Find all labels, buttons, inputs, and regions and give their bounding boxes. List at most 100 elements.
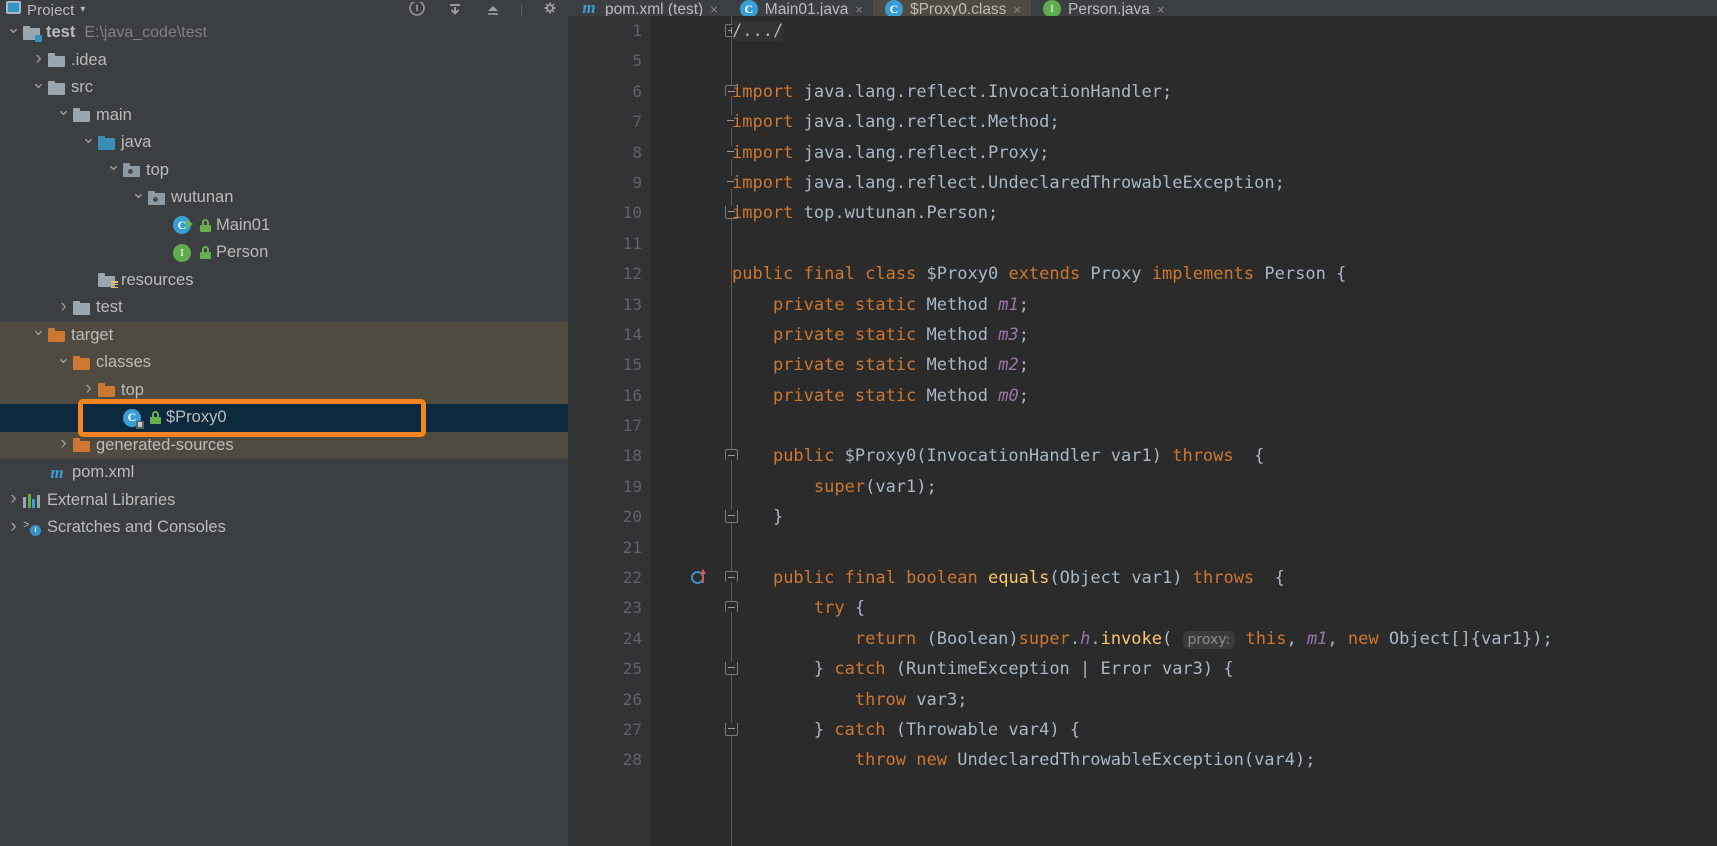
code-line[interactable]: throw var3; — [732, 685, 1717, 715]
code-line[interactable]: } catch (RuntimeException | Error var3) … — [732, 654, 1717, 684]
tree-node-src[interactable]: src — [0, 74, 568, 102]
gutter-marker-row[interactable] — [651, 138, 726, 168]
hide-icon[interactable] — [483, 2, 503, 16]
tree-node-target[interactable]: target — [0, 322, 568, 350]
tree-node-java[interactable]: java — [0, 129, 568, 157]
code-line[interactable]: super(var1); — [732, 472, 1717, 502]
tree-node-idea[interactable]: .idea — [0, 47, 568, 75]
close-icon[interactable]: × — [1157, 2, 1165, 16]
code-line[interactable] — [732, 411, 1717, 441]
gutter-marker-row[interactable] — [651, 107, 726, 137]
tree-toggle-down-icon[interactable] — [54, 353, 73, 373]
tree-node-classes[interactable]: classes — [0, 349, 568, 377]
gutter-marker-row[interactable] — [651, 654, 726, 684]
tree-toggle-down-icon[interactable] — [79, 133, 98, 153]
override-method-icon[interactable] — [691, 570, 706, 585]
tree-node-top[interactable]: top — [0, 157, 568, 185]
tree-node-person[interactable]: IPerson — [0, 239, 568, 267]
collapse-all-icon[interactable] — [445, 2, 465, 16]
code-line[interactable]: return (Boolean)super.h.invoke( proxy: t… — [732, 624, 1717, 654]
code-line[interactable]: } — [732, 502, 1717, 532]
gutter-marker-row[interactable] — [651, 472, 726, 502]
tree-node-test[interactable]: testE:\java_code\test — [0, 19, 568, 47]
tree-node-main01[interactable]: CMain01 — [0, 212, 568, 240]
code-line[interactable]: throw new UndeclaredThrowableException(v… — [732, 745, 1717, 775]
gutter-marker-row[interactable] — [651, 77, 726, 107]
gutter-marker-row[interactable] — [651, 46, 726, 76]
gutter-marker-row[interactable] — [651, 259, 726, 289]
code-line[interactable]: import java.lang.reflect.UndeclaredThrow… — [732, 168, 1717, 198]
gutter-marker-row[interactable] — [651, 381, 726, 411]
gutter-marker-row[interactable] — [651, 168, 726, 198]
help-icon[interactable] — [407, 2, 427, 16]
tree-node-main[interactable]: main — [0, 102, 568, 130]
settings-gear-icon[interactable] — [540, 2, 560, 16]
code-line[interactable] — [732, 229, 1717, 259]
tree-toggle-down-icon[interactable] — [54, 105, 73, 125]
tree-toggle-down-icon[interactable] — [129, 188, 148, 208]
tree-node-wutunan[interactable]: wutunan — [0, 184, 568, 212]
code-line[interactable]: try { — [732, 593, 1717, 623]
editor-tab-bar[interactable]: mpom.xml (test)×CMain01.java×C$Proxy0.cl… — [568, 0, 1717, 16]
editor-tab-pom-xml-test[interactable]: mpom.xml (test)× — [568, 0, 728, 16]
code-line[interactable]: import java.lang.reflect.Method; — [732, 107, 1717, 137]
gutter-marker-row[interactable] — [651, 533, 726, 563]
code-line[interactable] — [732, 533, 1717, 563]
editor-tab-main01-java[interactable]: CMain01.java× — [728, 0, 873, 16]
code-line[interactable]: import java.lang.reflect.InvocationHandl… — [732, 77, 1717, 107]
code-line[interactable]: private static Method m1; — [732, 290, 1717, 320]
gutter-marker-row[interactable] — [651, 441, 726, 471]
chevron-down-icon[interactable]: ▾ — [80, 4, 85, 15]
close-icon[interactable]: × — [1013, 2, 1021, 16]
tree-toggle-down-icon[interactable] — [104, 160, 123, 180]
tree-node-proxy0[interactable]: C$Proxy0 — [0, 404, 568, 432]
gutter-marker-row[interactable] — [651, 411, 726, 441]
project-title-group[interactable]: Project ▾ — [6, 0, 85, 16]
gutter-marker-row[interactable] — [651, 16, 726, 46]
tree-node-generated-sources[interactable]: generated-sources — [0, 432, 568, 460]
tree-toggle-down-icon[interactable] — [29, 78, 48, 98]
tree-node-top[interactable]: top — [0, 377, 568, 405]
tree-toggle-right-icon[interactable] — [54, 297, 73, 319]
code-line[interactable]: import top.wutunan.Person; — [732, 198, 1717, 228]
gutter-marker-row[interactable] — [651, 502, 726, 532]
code-line[interactable]: } catch (Throwable var4) { — [732, 715, 1717, 745]
tree-node-resources[interactable]: resources — [0, 267, 568, 295]
gutter-marker-row[interactable] — [651, 715, 726, 745]
close-icon[interactable]: × — [710, 2, 718, 16]
editor-tab-proxy0-class[interactable]: C$Proxy0.class× — [873, 0, 1031, 16]
code-editor[interactable]: 1567891011121314151617181920212223242526… — [568, 16, 1717, 846]
tree-toggle-right-icon[interactable] — [4, 489, 23, 511]
gutter-marker-row[interactable] — [651, 593, 726, 623]
close-icon[interactable]: × — [855, 2, 863, 16]
code-line[interactable]: /.../ — [732, 16, 1717, 46]
gutter-marker-row[interactable] — [651, 320, 726, 350]
code-text-area[interactable]: /.../ import java.lang.reflect.Invocation… — [726, 16, 1717, 846]
code-line[interactable]: public final class $Proxy0 extends Proxy… — [732, 259, 1717, 289]
tree-toggle-down-icon[interactable] — [29, 325, 48, 345]
tree-toggle-down-icon[interactable] — [4, 23, 23, 43]
code-line[interactable]: public final boolean equals(Object var1)… — [732, 563, 1717, 593]
gutter-marker-row[interactable] — [651, 229, 726, 259]
tree-toggle-right-icon[interactable] — [4, 517, 23, 539]
gutter-marker-row[interactable] — [651, 290, 726, 320]
code-line[interactable]: public $Proxy0(InvocationHandler var1) t… — [732, 441, 1717, 471]
code-line[interactable]: private static Method m2; — [732, 350, 1717, 380]
tree-toggle-right-icon[interactable] — [29, 49, 48, 71]
tree-toggle-right-icon[interactable] — [54, 434, 73, 456]
gutter-marker-row[interactable] — [651, 563, 726, 593]
tree-node-external-libraries[interactable]: External Libraries — [0, 487, 568, 515]
gutter-marker-row[interactable] — [651, 198, 726, 228]
collapsed-comment-fold[interactable]: /.../ — [732, 21, 783, 41]
code-line[interactable]: private static Method m3; — [732, 320, 1717, 350]
gutter-marker-row[interactable] — [651, 685, 726, 715]
gutter-icon-strip[interactable] — [651, 16, 726, 846]
tree-node-scratches-and-consoles[interactable]: >_Scratches and Consoles — [0, 514, 568, 542]
gutter-marker-row[interactable] — [651, 350, 726, 380]
gutter-marker-row[interactable] — [651, 624, 726, 654]
project-tree[interactable]: testE:\java_code\test.ideasrcmainjavatop… — [0, 16, 568, 846]
code-line[interactable] — [732, 46, 1717, 76]
tree-toggle-right-icon[interactable] — [79, 379, 98, 401]
tree-node-test[interactable]: test — [0, 294, 568, 322]
gutter-marker-row[interactable] — [651, 745, 726, 775]
